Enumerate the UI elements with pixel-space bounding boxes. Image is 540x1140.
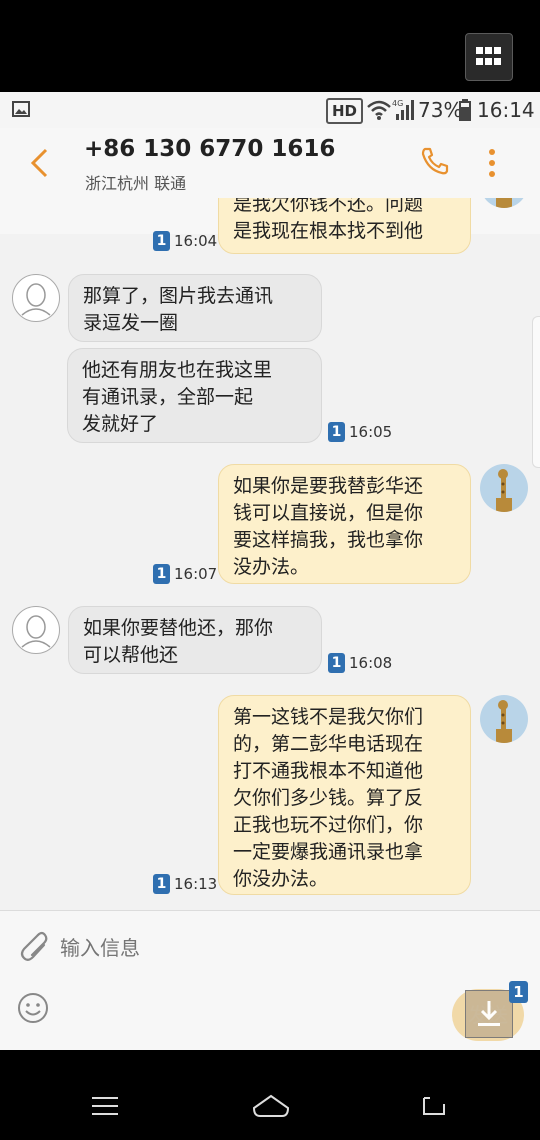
message-line: 正我也玩不过你们，你 bbox=[233, 814, 424, 836]
message-time: 16:07 bbox=[174, 565, 218, 583]
sim-badge: 1 bbox=[328, 653, 345, 673]
message-line: 一定要爆我通讯录也拿 bbox=[233, 841, 424, 863]
giraffe-avatar-icon bbox=[496, 700, 512, 743]
attach-icon[interactable] bbox=[16, 929, 48, 965]
message-line: 是我欠你钱不还。问题 bbox=[233, 198, 424, 215]
message-list[interactable]: 是我欠你钱不还。问题 是我现在根本找不到他 1 16:04 那算了，图片我去通讯 … bbox=[0, 198, 540, 910]
message-time: 16:05 bbox=[349, 423, 393, 441]
svg-text:4G: 4G bbox=[392, 99, 403, 108]
message-line: 钱可以直接说，但是你 bbox=[233, 502, 424, 524]
signal-icon: 4G bbox=[392, 99, 414, 120]
message-line: 欠你们多少钱。算了反 bbox=[233, 787, 424, 809]
hd-badge: HD bbox=[326, 98, 364, 124]
gallery-icon bbox=[12, 101, 30, 117]
contact-avatar[interactable] bbox=[12, 606, 60, 654]
sim-badge: 1 bbox=[153, 874, 170, 894]
back-icon[interactable] bbox=[28, 148, 50, 178]
message-line: 是我现在根本找不到他 bbox=[233, 220, 424, 242]
back-nav-icon[interactable] bbox=[420, 1094, 448, 1120]
sim-badge: 1 bbox=[153, 564, 170, 584]
scroll-handle[interactable] bbox=[532, 316, 540, 468]
giraffe-avatar-icon bbox=[496, 469, 512, 512]
contact-location: 浙江杭州 联通 bbox=[85, 174, 187, 193]
message-bubble-sent[interactable]: 如果你是要我替彭华还 钱可以直接说，但是你 要这样搞我，我也拿你 没办法。 bbox=[218, 464, 471, 584]
message-input[interactable] bbox=[58, 929, 442, 967]
message-bubble-sent[interactable]: 是我欠你钱不还。问题 是我现在根本找不到他 bbox=[218, 198, 471, 254]
message-meta: 1 16:07 bbox=[153, 564, 217, 584]
sender-avatar bbox=[480, 695, 528, 743]
status-bar: HD 4G 73% 16:14 bbox=[0, 92, 540, 128]
message-bubble-received[interactable]: 他还有朋友也在我这里 有通讯录，全部一起 发就好了 bbox=[67, 348, 322, 443]
message-line: 有通讯录，全部一起 bbox=[82, 386, 254, 408]
message-time: 16:04 bbox=[174, 232, 218, 250]
more-icon[interactable] bbox=[487, 148, 497, 178]
message-time: 16:08 bbox=[349, 654, 393, 672]
phone-icon[interactable] bbox=[420, 146, 450, 176]
compose-bar: 发送 1 bbox=[0, 910, 540, 1050]
battery-percent: 73% bbox=[418, 98, 463, 122]
message-line: 第一这钱不是我欠你们 bbox=[233, 706, 424, 728]
grid-icon[interactable] bbox=[465, 33, 513, 81]
message-line: 可以帮他还 bbox=[83, 644, 179, 666]
message-line: 如果你是要我替彭华还 bbox=[233, 475, 424, 497]
message-line: 那算了，图片我去通讯 bbox=[83, 285, 274, 307]
download-icon[interactable] bbox=[465, 990, 513, 1038]
message-line: 没办法。 bbox=[233, 556, 310, 578]
navigation-bar bbox=[0, 1050, 540, 1140]
person-icon bbox=[21, 615, 51, 648]
sender-avatar bbox=[480, 198, 528, 208]
battery-icon bbox=[459, 99, 471, 121]
wifi-icon bbox=[367, 100, 391, 120]
message-line: 发就好了 bbox=[82, 413, 159, 435]
top-black-bar bbox=[0, 0, 540, 92]
message-line: 录逗发一圈 bbox=[83, 312, 179, 334]
sim-badge: 1 bbox=[509, 981, 528, 1003]
phone-screen: HD 4G 73% 16:14 +86 130 6770 1616 浙江杭州 联… bbox=[0, 92, 540, 1050]
message-line: 的，第二彭华电话现在 bbox=[233, 733, 424, 755]
message-meta: 1 16:08 bbox=[328, 653, 392, 673]
person-icon bbox=[21, 283, 51, 316]
contact-number: +86 130 6770 1616 bbox=[84, 136, 336, 162]
message-line: 打不通我根本不知道他 bbox=[233, 760, 424, 782]
home-icon[interactable] bbox=[252, 1094, 290, 1120]
sim-badge: 1 bbox=[328, 422, 345, 442]
sim-badge: 1 bbox=[153, 231, 170, 251]
message-line: 你没办法。 bbox=[233, 868, 329, 890]
message-bubble-received[interactable]: 那算了，图片我去通讯 录逗发一圈 bbox=[68, 274, 322, 342]
message-bubble-sent[interactable]: 第一这钱不是我欠你们 的，第二彭华电话现在 打不通我根本不知道他 欠你们多少钱。… bbox=[218, 695, 471, 895]
message-line: 如果你要替他还，那你 bbox=[83, 617, 274, 639]
message-meta: 1 16:04 bbox=[153, 231, 217, 251]
emoji-icon[interactable] bbox=[16, 991, 50, 1025]
message-line: 要这样搞我，我也拿你 bbox=[233, 529, 424, 551]
contact-avatar[interactable] bbox=[12, 274, 60, 322]
message-time: 16:13 bbox=[174, 875, 218, 893]
message-bubble-received[interactable]: 如果你要替他还，那你 可以帮他还 bbox=[68, 606, 322, 674]
message-meta: 1 16:05 bbox=[328, 422, 392, 442]
clock: 16:14 bbox=[477, 98, 535, 122]
message-meta: 1 16:13 bbox=[153, 874, 217, 894]
message-line: 他还有朋友也在我这里 bbox=[82, 359, 273, 381]
sender-avatar bbox=[480, 464, 528, 512]
menu-icon[interactable] bbox=[92, 1096, 120, 1118]
